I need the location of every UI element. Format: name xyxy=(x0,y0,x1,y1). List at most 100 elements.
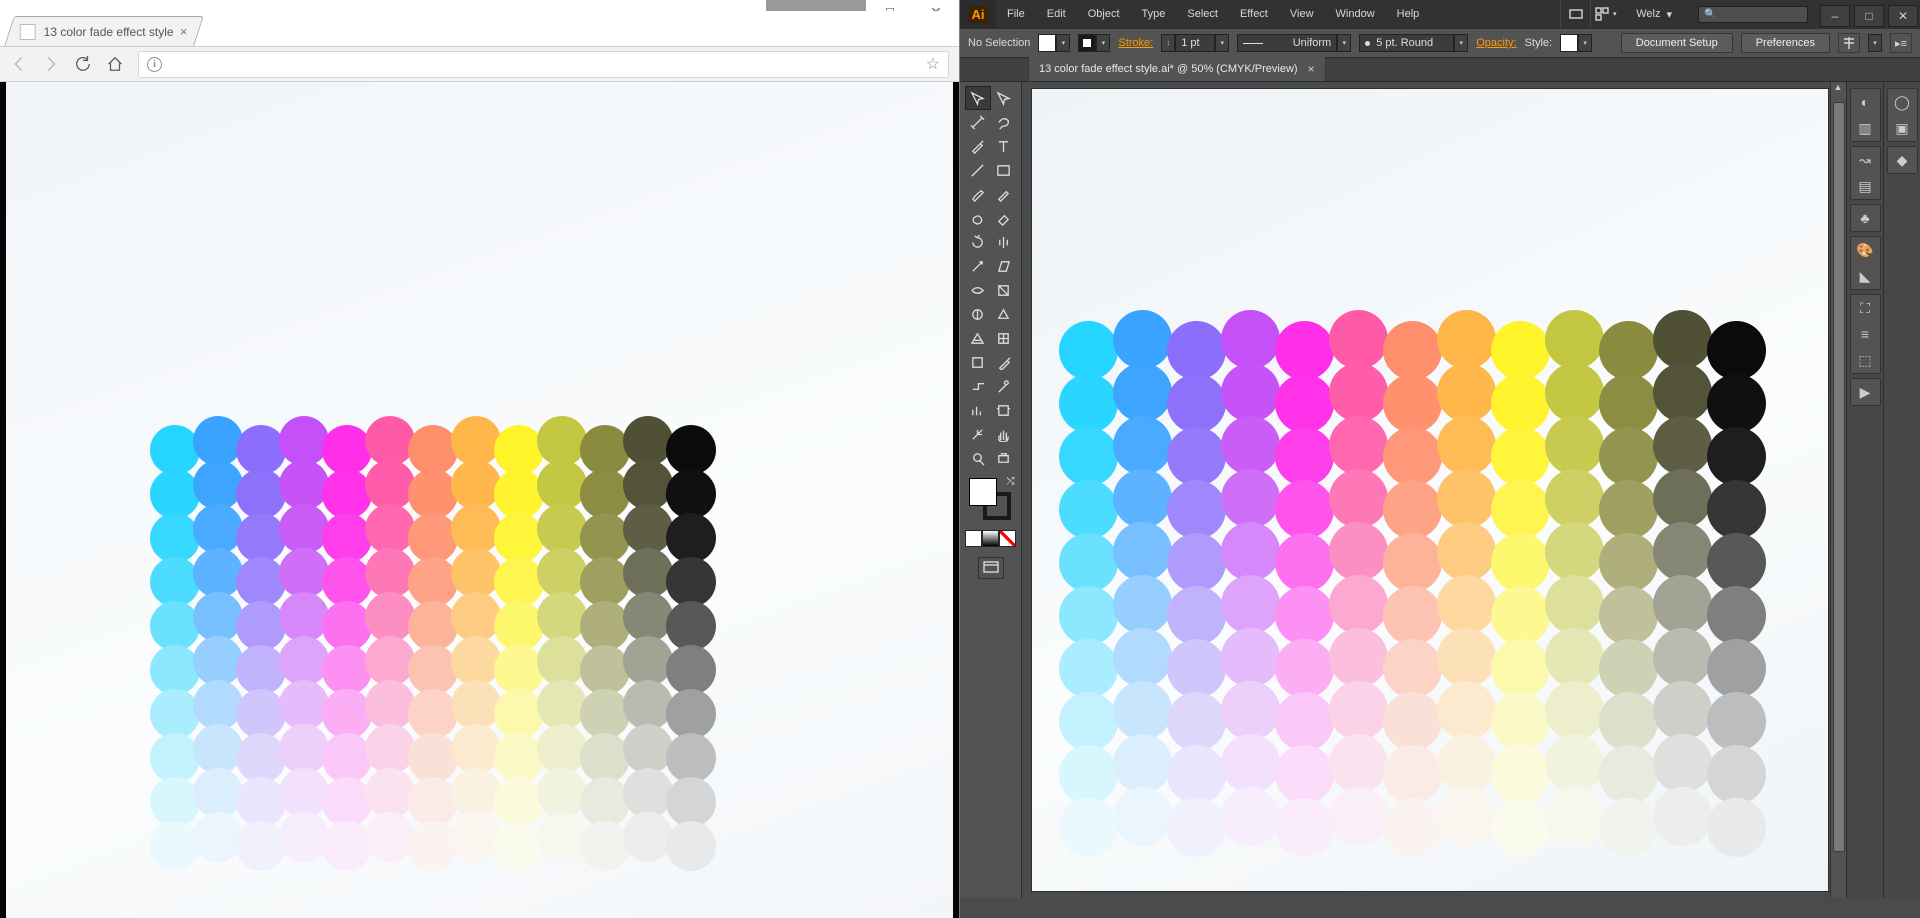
align-panel-drop[interactable]: ▾ xyxy=(1868,34,1882,52)
site-info-icon[interactable]: i xyxy=(147,57,162,72)
zoom-tool[interactable] xyxy=(965,446,991,470)
artboard-tool[interactable] xyxy=(991,398,1017,422)
document-setup-button[interactable]: Document Setup xyxy=(1621,33,1733,53)
blend-tool[interactable] xyxy=(965,374,991,398)
brushes-panel-icon[interactable]: ◣ xyxy=(1856,267,1874,285)
align-panel-icon-b[interactable]: ≡ xyxy=(1856,325,1874,343)
browser-tab[interactable]: 13 color fade effect style × xyxy=(4,16,204,46)
blob-brush-tool[interactable] xyxy=(965,206,991,230)
color-panel-icon[interactable]: ◐ xyxy=(1856,93,1874,111)
rectangle-tool[interactable] xyxy=(991,158,1017,182)
graphic-styles-panel-icon[interactable]: ▣ xyxy=(1893,119,1911,137)
home-button[interactable] xyxy=(106,55,124,73)
ai-maximize-button[interactable]: □ xyxy=(1854,5,1884,27)
stroke-weight-drop[interactable]: ▾ xyxy=(1215,34,1229,52)
stroke-weight-field[interactable]: 1 pt xyxy=(1175,34,1215,52)
free-transform-tool[interactable] xyxy=(991,278,1017,302)
paintbrush-tool[interactable] xyxy=(965,182,991,206)
menu-object[interactable]: Object xyxy=(1077,0,1131,28)
column-graph-tool[interactable] xyxy=(965,398,991,422)
lasso-tool[interactable] xyxy=(991,110,1017,134)
color-mode-none[interactable] xyxy=(999,530,1016,547)
menu-file[interactable]: File xyxy=(996,0,1036,28)
live-paint-tool[interactable] xyxy=(991,302,1017,326)
document-tab-close[interactable]: × xyxy=(1308,62,1315,76)
pen-tool[interactable] xyxy=(965,134,991,158)
brush-drop[interactable]: ▾ xyxy=(1454,34,1468,52)
screen-mode-button[interactable] xyxy=(978,557,1004,579)
print-tiling-tool[interactable] xyxy=(991,446,1017,470)
cloud-sync-icon[interactable] xyxy=(1560,0,1590,28)
shape-builder-tool[interactable] xyxy=(965,302,991,326)
layers-panel-icon[interactable]: ◆ xyxy=(1893,151,1911,169)
symbols-panel-icon[interactable]: ♣ xyxy=(1856,209,1874,227)
fill-swatch[interactable] xyxy=(1038,34,1056,52)
eraser-tool[interactable] xyxy=(991,206,1017,230)
color-mode-fill[interactable] xyxy=(965,530,982,547)
menu-edit[interactable]: Edit xyxy=(1036,0,1077,28)
style-swatch-drop[interactable]: ▾ xyxy=(1578,34,1592,52)
scale-tool[interactable] xyxy=(965,254,991,278)
shear-tool[interactable] xyxy=(991,254,1017,278)
gradient-panel-icon[interactable]: ▤ xyxy=(1856,177,1874,195)
ai-search-field[interactable]: 🔍 xyxy=(1698,6,1808,23)
reflect-tool[interactable] xyxy=(991,230,1017,254)
back-button[interactable] xyxy=(10,55,28,73)
slice-tool[interactable] xyxy=(965,422,991,446)
line-tool[interactable] xyxy=(965,158,991,182)
forward-button[interactable] xyxy=(42,55,60,73)
eyedropper-tool[interactable] xyxy=(991,350,1017,374)
stroke-profile-drop[interactable]: ▾ xyxy=(1337,34,1351,52)
stroke-panel-icon[interactable]: ↝ xyxy=(1856,151,1874,169)
menu-effect[interactable]: Effect xyxy=(1229,0,1279,28)
mesh-tool[interactable] xyxy=(991,326,1017,350)
menu-help[interactable]: Help xyxy=(1386,0,1431,28)
menu-view[interactable]: View xyxy=(1279,0,1325,28)
hand-tool[interactable] xyxy=(991,422,1017,446)
stroke-profile[interactable]: Uniform xyxy=(1237,34,1337,52)
ctrlbar-menu-icon[interactable]: ▸≡ xyxy=(1890,33,1912,53)
appearance-panel-icon[interactable]: ◯ xyxy=(1893,93,1911,111)
fill-swatch-drop[interactable]: ▾ xyxy=(1056,34,1070,52)
color-guide-panel-icon[interactable]: ▥ xyxy=(1856,119,1874,137)
style-swatch[interactable] xyxy=(1560,34,1578,52)
width-tool[interactable] xyxy=(965,278,991,302)
stroke-label[interactable]: Stroke: xyxy=(1118,37,1153,49)
omnibox[interactable]: i ☆ xyxy=(138,51,949,78)
stroke-swatch[interactable] xyxy=(1078,34,1096,52)
transform-panel-icon[interactable]: ⛶ xyxy=(1856,299,1874,317)
swap-fill-stroke-icon[interactable]: ⤭ xyxy=(1007,476,1015,487)
brush-field[interactable]: 5 pt. Round xyxy=(1359,34,1454,52)
ai-close-button[interactable]: ✕ xyxy=(1888,5,1918,27)
reload-button[interactable] xyxy=(74,55,92,73)
scroll-up-icon[interactable]: ▲ xyxy=(1831,82,1845,96)
scroll-thumb[interactable] xyxy=(1833,102,1845,852)
rotate-tool[interactable] xyxy=(965,230,991,254)
symbol-sprayer-tool[interactable] xyxy=(991,374,1017,398)
ai-minimize-button[interactable]: – xyxy=(1820,5,1850,27)
magic-wand-tool[interactable] xyxy=(965,110,991,134)
gradient-tool[interactable] xyxy=(965,350,991,374)
document-tab[interactable]: 13 color fade effect style.ai* @ 50% (CM… xyxy=(1028,57,1326,81)
menu-select[interactable]: Select xyxy=(1176,0,1229,28)
pathfinder-panel-icon[interactable]: ⬚ xyxy=(1856,351,1874,369)
pencil-tool[interactable] xyxy=(991,182,1017,206)
artboard[interactable] xyxy=(1032,89,1828,891)
tab-close-button[interactable]: × xyxy=(180,24,188,39)
ai-user-label[interactable]: Welz ▾ xyxy=(1620,8,1688,21)
direct-selection-tool[interactable] xyxy=(991,86,1017,110)
perspective-tool[interactable] xyxy=(965,326,991,350)
actions-panel-icon[interactable]: ▶ xyxy=(1856,383,1874,401)
type-tool[interactable] xyxy=(991,134,1017,158)
swatches-panel-icon[interactable]: 🎨 xyxy=(1856,241,1874,259)
align-panel-icon[interactable] xyxy=(1838,33,1860,53)
menu-type[interactable]: Type xyxy=(1131,0,1177,28)
opacity-label[interactable]: Opacity: xyxy=(1476,37,1516,49)
color-mode-gradient[interactable] xyxy=(982,530,999,547)
selection-tool[interactable] xyxy=(965,86,991,110)
stroke-swatch-drop[interactable]: ▾ xyxy=(1096,34,1110,52)
menu-window[interactable]: Window xyxy=(1325,0,1386,28)
preferences-button[interactable]: Preferences xyxy=(1741,33,1830,53)
workspace-switcher[interactable]: ▾ xyxy=(1590,0,1620,28)
stroke-weight-stepper[interactable]: ↕ xyxy=(1161,34,1175,52)
